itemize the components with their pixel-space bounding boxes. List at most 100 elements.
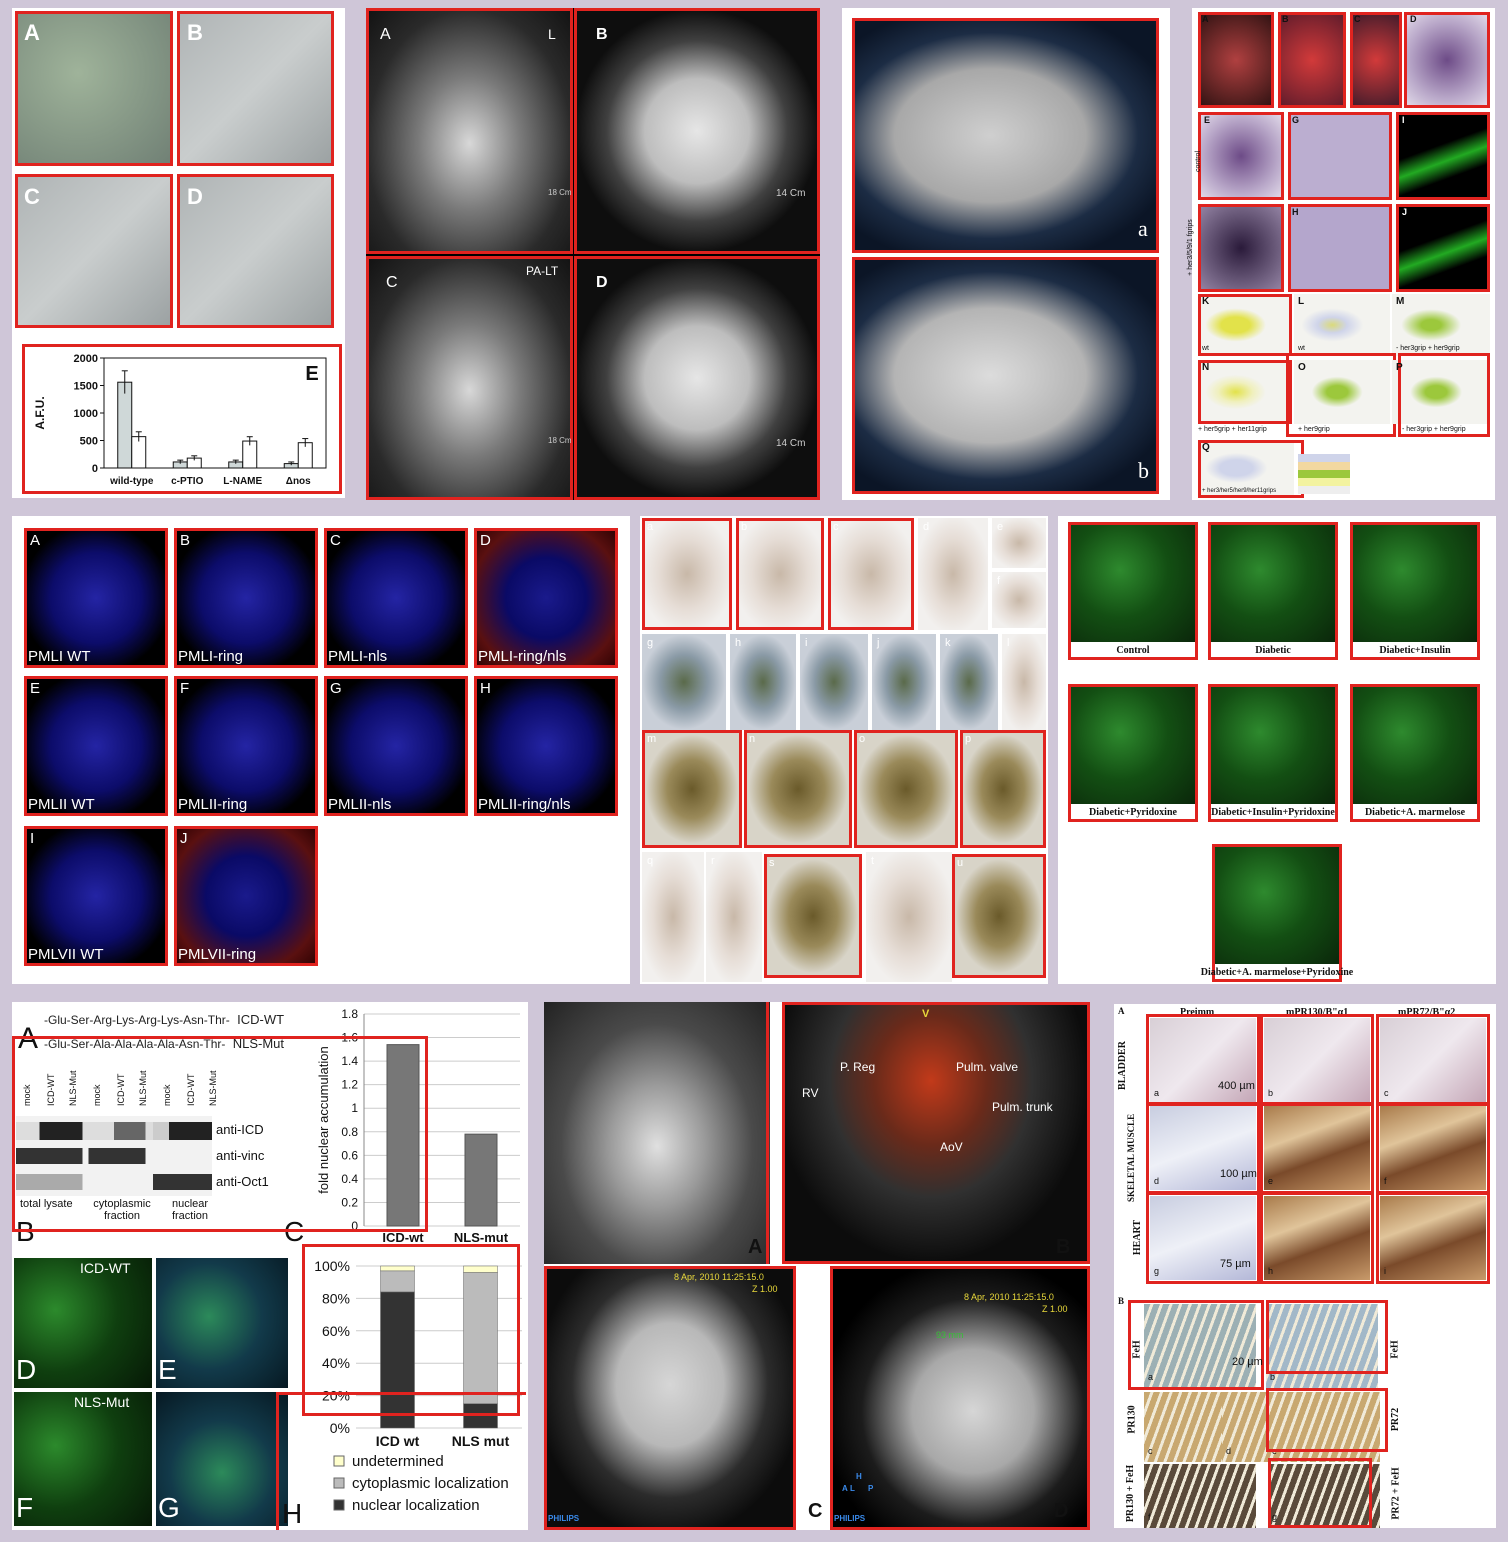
- embryo-label: n: [749, 733, 756, 745]
- figure-icd-nls: A -Glu-Ser-Arg-Lys-Arg-Lys-Asn-Thr- ICD-…: [12, 1002, 528, 1530]
- pml-frame: [24, 826, 168, 966]
- pml-caption: PMLII-ring/nls: [478, 796, 571, 813]
- embryo-frame: [642, 518, 732, 630]
- pml-label: J: [180, 830, 188, 847]
- pml-frame: [174, 676, 318, 816]
- striated-frame-e: [1266, 1388, 1388, 1452]
- panel-b-label: B: [596, 26, 608, 43]
- figure-diabetic-tissue: Control Diabetic Diabetic+Insulin Diabetic+…: [1058, 516, 1496, 984]
- side-feh-right: FeH: [1389, 1340, 1401, 1359]
- ct-z-c: Z 1.00: [752, 1284, 778, 1294]
- pml-caption: PMLI-ring/nls: [478, 648, 567, 665]
- sequence-wt-name: ICD-WT: [237, 1012, 285, 1027]
- pml-caption: PMLI-nls: [328, 648, 388, 665]
- ihc-frame: [1260, 1014, 1374, 1106]
- ihc-label: e: [1268, 1176, 1274, 1186]
- embryo-label: t: [871, 855, 875, 867]
- tissue-frame: [1208, 684, 1338, 822]
- figure-chest-xray-ct: A L B C PA-LT D 18 Cm 14 Cm 18 Cm 14 Cm: [366, 8, 820, 500]
- echo-v: V: [922, 1008, 930, 1020]
- highlight-box-stack: [302, 1244, 520, 1416]
- striated-frame-a: [1128, 1300, 1264, 1390]
- panel-i-frame: [1396, 112, 1490, 200]
- letter-e: E: [158, 1354, 177, 1385]
- side-feh-left: FeH: [1131, 1340, 1143, 1359]
- image-d-label: ICD-WT: [80, 1260, 131, 1276]
- panel-a-frame: [366, 8, 573, 254]
- ihc-frame: [1376, 1102, 1490, 1194]
- panel-d-label: D: [187, 184, 203, 209]
- panel-c-label: C: [386, 274, 398, 291]
- echo-p-reg: P. Reg: [840, 1060, 876, 1074]
- orient-h: H: [856, 1472, 862, 1481]
- echo-aov: AoV: [940, 1140, 963, 1154]
- ihc-label: g: [1154, 1266, 1160, 1276]
- ihc-panel-grid: abcdefghiabcdefg: [1114, 1004, 1496, 1528]
- panel-b-frame: [574, 8, 820, 254]
- figure-abdominal-ct: a b: [842, 8, 1170, 500]
- label-b: B: [1282, 14, 1289, 24]
- echo-rv: RV: [802, 1086, 819, 1100]
- pml-caption: PMLI WT: [28, 648, 91, 665]
- embryo-frame: [744, 730, 852, 848]
- tissue-frame: [1212, 844, 1342, 982]
- panel-c-frame: [1350, 12, 1402, 108]
- bar: [464, 1133, 498, 1227]
- embryo-label: o: [859, 733, 866, 745]
- panel-g-frame: [1288, 112, 1392, 200]
- label-m: M: [1396, 296, 1405, 307]
- embryo-image: [642, 852, 704, 982]
- diagram-l: [1294, 294, 1390, 356]
- pml-label: I: [30, 830, 35, 847]
- pml-frame: [474, 528, 618, 668]
- ihc-frame: [1146, 1192, 1260, 1284]
- label-h: H: [1292, 207, 1299, 217]
- echo-pulm-valve: Pulm. valve: [956, 1060, 1019, 1074]
- highlight-line-vert: [276, 1392, 279, 1530]
- panel-c-label: C: [24, 184, 40, 209]
- pml-label: B: [180, 532, 191, 549]
- embryo-label: l: [1007, 637, 1010, 649]
- tissue-frame: [1350, 684, 1480, 822]
- label-j: J: [1402, 207, 1408, 217]
- caption-l: wt: [1298, 345, 1305, 352]
- x-tick-label: ICD-wt: [382, 1230, 424, 1244]
- legend-label: undetermined: [352, 1453, 444, 1470]
- embryo-frame: [736, 518, 824, 630]
- embryo-label: h: [735, 637, 742, 649]
- label-i: I: [1402, 115, 1405, 125]
- ihc-label: d: [1154, 1176, 1160, 1186]
- embryo-label: p: [965, 733, 972, 745]
- letter-h: H: [282, 1498, 303, 1529]
- bar-chart-afu: 0 500 1000 1500 2000 A.F.U. Ewild-type c-PTIO L-…: [33, 353, 327, 487]
- striated-label: d: [1226, 1446, 1232, 1456]
- letter-g: G: [158, 1492, 180, 1523]
- tissue-caption: Diabetic+A. marmelose: [1364, 807, 1466, 818]
- side-pr72-feh: PR72 + FeH: [1390, 1467, 1402, 1520]
- letter-d: D: [16, 1354, 37, 1385]
- embryo-image: [866, 852, 952, 982]
- embryo-frame: [764, 854, 862, 978]
- diabetic-panel-grid: Control Diabetic Diabetic+Insulin Diabetic+…: [1058, 516, 1496, 984]
- pml-label: G: [330, 680, 342, 697]
- ihc-frame: [1376, 1192, 1490, 1284]
- figure-pulmonary-imaging: A B P. Reg RV Pulm. valve Pulm. trunk Ao…: [544, 1002, 1090, 1530]
- side-pr130: PR130: [1126, 1405, 1138, 1434]
- striated-image: [1144, 1392, 1222, 1462]
- bar: [117, 381, 133, 469]
- ct-stamp-c: 8 Apr, 2010 11:25:15.0: [674, 1272, 764, 1282]
- panel-a-xray: [544, 1002, 770, 1264]
- panel-f-frame: [1198, 204, 1284, 292]
- caption-m: - her3grip + her9grip: [1396, 345, 1460, 352]
- legend-swatch: [333, 1477, 345, 1489]
- panel-b-frame: [782, 1002, 1090, 1264]
- figure-bacteria-fluorescence: A B C D 0 500 1000 1500 2000 A.F.U. Ewild-type…: [12, 8, 345, 498]
- figure-pml-nuclei: A PMLI WT B PMLI-ring C PMLI-nls D PMLI-ring/nl…: [12, 516, 630, 984]
- embryo-frame: [828, 518, 914, 630]
- x-tick-label: ICD wt: [376, 1433, 420, 1449]
- panel-e-label: E: [305, 363, 318, 385]
- legend-swatch: [333, 1455, 345, 1467]
- figure-in-situ-embryos: A B C D E control G I + her3/5/9/1 fgrip…: [1187, 8, 1495, 500]
- sequence-wt: -Glu-Ser-Arg-Lys-Arg-Lys-Asn-Thr- ICD-WT: [44, 1012, 284, 1027]
- legend-swatch: [333, 1499, 345, 1511]
